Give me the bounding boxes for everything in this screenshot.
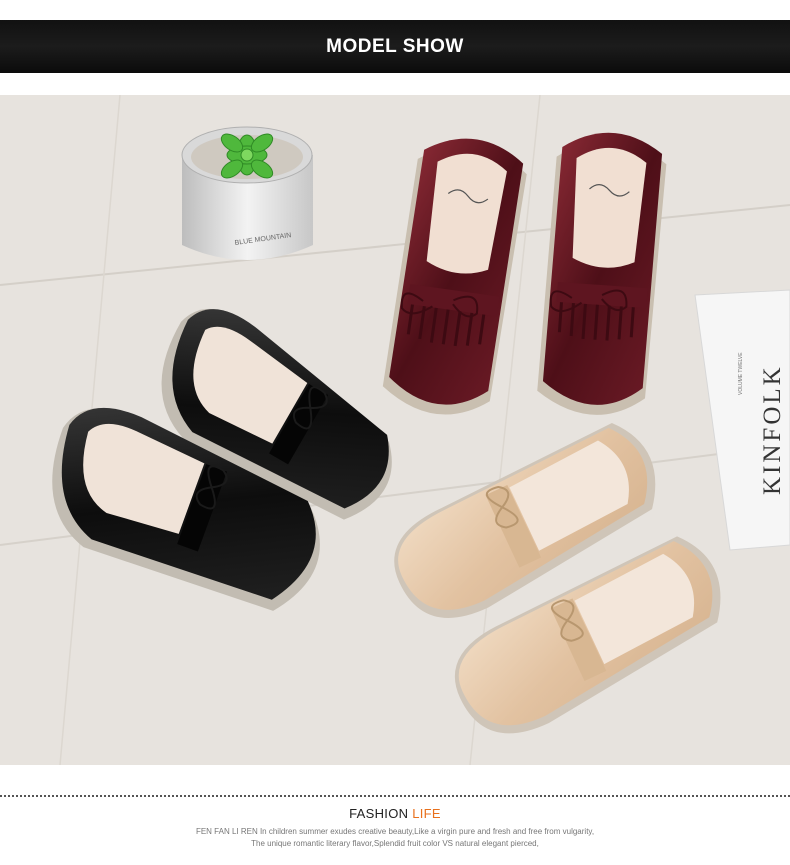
footer-title: FASHION LIFE	[0, 806, 790, 821]
footer-line-2: The unique romantic literary flavor,Sple…	[251, 839, 539, 848]
footer-divider	[0, 795, 790, 797]
succulent-pot: BLUE MOUNTAIN	[181, 126, 313, 260]
magazine-title: KINFOLK	[759, 364, 786, 495]
product-photo-illustration: BLUE MOUNTAIN KINFOLK VOLUME TWELVE	[0, 95, 790, 765]
footer-title-main: FASHION	[349, 806, 409, 821]
product-photo: BLUE MOUNTAIN KINFOLK VOLUME TWELVE	[0, 95, 790, 765]
page-title: MODEL SHOW	[326, 35, 464, 57]
magazine-subtitle: VOLUME TWELVE	[738, 352, 744, 395]
header-banner: MODEL SHOW	[0, 20, 790, 73]
footer-title-accent: LIFE	[412, 806, 441, 821]
footer-description: FEN FAN LI REN In children summer exudes…	[0, 826, 790, 850]
footer-line-1: FEN FAN LI REN In children summer exudes…	[195, 827, 595, 836]
